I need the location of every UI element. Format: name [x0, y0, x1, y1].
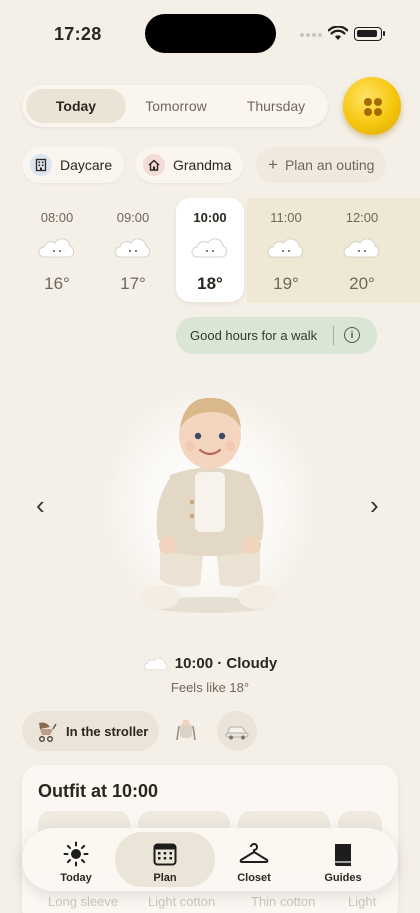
- baby-carrier-icon: [176, 719, 196, 741]
- hour-item[interactable]: 11:00 19°: [252, 198, 320, 302]
- button-menu-button[interactable]: [343, 77, 401, 135]
- hour-temp: 17°: [120, 274, 146, 293]
- hour-temp: 18°: [197, 274, 223, 293]
- hour-temp: 16°: [44, 274, 70, 293]
- mode-car-button[interactable]: [217, 711, 257, 751]
- outfit-item-label: Long sleeve: [48, 894, 119, 909]
- hour-item[interactable]: 09:00 17°: [99, 198, 167, 302]
- outfit-title: Outfit at 10:00: [38, 781, 159, 801]
- hour-time: 12:00: [345, 210, 379, 225]
- calendar-icon: [153, 843, 177, 866]
- hour-item[interactable]: 08:00 16°: [23, 198, 91, 302]
- tab-guides-nav[interactable]: Guides: [293, 832, 393, 887]
- outfit-item-label: Thin cotton: [251, 894, 316, 909]
- book-icon: [335, 844, 351, 866]
- outfit-item-label: Light: [348, 894, 377, 909]
- hour-item[interactable]: 12:00 20°: [328, 198, 396, 302]
- hour-time: 10:00: [193, 210, 227, 225]
- tab-label: Today: [60, 872, 92, 884]
- hanger-icon: [239, 843, 269, 863]
- tab-label: Plan: [153, 872, 177, 884]
- cloud-icon: [191, 238, 228, 258]
- stroller-icon: [38, 722, 57, 743]
- wifi-icon: [328, 26, 348, 40]
- divider: [333, 326, 334, 345]
- baby-illustration: [140, 397, 278, 613]
- tab-closet-nav[interactable]: Closet: [204, 832, 304, 887]
- location-chip-grandma[interactable]: Grandma: [135, 147, 244, 183]
- hour-temp: 20°: [349, 274, 375, 293]
- day-selector: Today Tomorrow Thursday: [22, 85, 328, 127]
- cloud-icon: [343, 238, 380, 258]
- hour-temp: 19°: [273, 274, 299, 293]
- feels-like: Feels like 18°: [170, 680, 250, 695]
- forecast-summary-text: 10:00 · Cloudy: [174, 655, 278, 672]
- cloud-icon: [114, 238, 151, 258]
- walk-hint-label: Good hours for a walk: [190, 328, 318, 343]
- tab-tomorrow[interactable]: Tomorrow: [126, 89, 226, 123]
- hour-time: 11:00: [270, 210, 302, 225]
- mode-carrier-button[interactable]: [166, 711, 206, 751]
- cloud-icon: [143, 657, 167, 671]
- status-time: 17:28: [54, 24, 102, 44]
- sun-icon: [63, 841, 89, 867]
- mode-stroller-chip[interactable]: In the stroller: [22, 711, 159, 751]
- location-chip-daycare[interactable]: Daycare: [22, 147, 125, 183]
- chevron-right-icon[interactable]: ›: [370, 490, 379, 521]
- hour-time: 09:00: [116, 210, 150, 225]
- location-label: Daycare: [60, 157, 113, 173]
- cloud-icon: [38, 238, 75, 258]
- chevron-left-icon[interactable]: ‹: [36, 490, 45, 521]
- plan-outing-label: Plan an outing: [284, 157, 375, 173]
- tab-today-nav[interactable]: Today: [26, 832, 126, 887]
- hour-time: 08:00: [40, 210, 74, 225]
- plus-icon: +: [268, 155, 278, 174]
- mode-label: In the stroller: [66, 723, 149, 739]
- tab-today[interactable]: Today: [26, 89, 126, 123]
- plan-outing-button[interactable]: + Plan an outing: [256, 147, 387, 183]
- outfit-item-label: Light cotton: [148, 894, 216, 909]
- dynamic-island: [145, 14, 276, 53]
- car-seat-icon: [225, 726, 249, 740]
- building-icon: [30, 154, 52, 176]
- forecast-summary: 10:00 · Cloudy: [0, 655, 420, 672]
- walk-hint-pill[interactable]: Good hours for a walk i: [176, 317, 377, 354]
- signal-icon: [300, 33, 322, 37]
- cloud-icon: [267, 238, 304, 258]
- info-icon[interactable]: i: [344, 327, 360, 343]
- hourly-forecast: 08:00 16° 09:00 17° 10:00 18° 11:00 19° …: [0, 198, 420, 303]
- status-bar: 17:28: [0, 0, 420, 62]
- location-label: Grandma: [173, 157, 232, 173]
- tab-bar: Today Plan Closet Guides: [22, 828, 398, 891]
- battery-icon: [354, 27, 385, 41]
- hour-item-selected[interactable]: 10:00 18°: [176, 198, 244, 302]
- house-icon: [143, 154, 165, 176]
- tab-label: Closet: [237, 872, 271, 884]
- tab-plan-nav[interactable]: Plan: [115, 832, 215, 887]
- tab-thursday[interactable]: Thursday: [226, 89, 326, 123]
- tab-label: Guides: [324, 872, 362, 884]
